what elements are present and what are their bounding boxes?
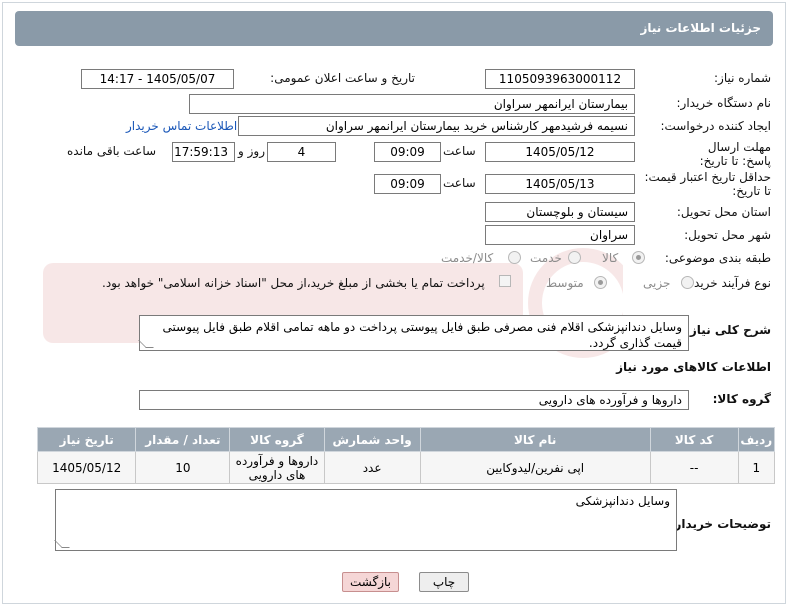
reply-time-label: ساعت [443, 144, 476, 158]
cell-item-code: -- [649, 451, 739, 484]
category-label: طبقه بندی موضوعی: [664, 251, 771, 265]
buyer-contact-link[interactable]: اطلاعات تماس خریدار [126, 119, 237, 133]
process-option-medium: متوسط [546, 276, 584, 290]
print-button[interactable]: چاپ [419, 572, 469, 592]
cell-row-number: 1 [737, 451, 776, 484]
treasury-payment-note: پرداخت تمام یا بخشی از مبلغ خرید،از محل … [102, 276, 485, 290]
process-radio-minor[interactable] [681, 276, 694, 289]
cell-item-name: اپی نفرین/لیدوکایین [419, 451, 651, 484]
days-remaining-field: 4 [267, 142, 336, 162]
remaining-time-label: ساعت باقی مانده [67, 144, 157, 158]
province-label: استان محل تحویل: [676, 205, 771, 219]
cell-quantity: 10 [135, 451, 231, 484]
price-time-label: ساعت [443, 176, 476, 190]
description-label: شرح کلی نیاز: [685, 323, 771, 337]
goods-group-label: گروه کالا: [712, 392, 771, 406]
back-button[interactable]: بازگشت [342, 572, 399, 592]
reply-date-field: 1405/05/12 [485, 142, 635, 162]
announce-label: تاریخ و ساعت اعلان عمومی: [270, 71, 415, 85]
need-number-label: شماره نیاز: [714, 71, 771, 85]
cell-need-date: 1405/05/12 [36, 451, 137, 484]
page-frame: جزئیات اطلاعات نیاز شماره نیاز: 11050939… [2, 2, 786, 604]
buyer-org-field: بیمارستان ایرانمهر سراوان [189, 94, 635, 114]
buyer-org-label: نام دستگاه خریدار: [676, 96, 772, 110]
buyer-notes-textarea: وسایل دندانپزشکی [54, 489, 677, 551]
reply-time-field: 09:09 [374, 142, 441, 162]
category-option-service: خدمت [530, 251, 562, 265]
city-field: سراوان [485, 225, 635, 245]
buyer-notes-text: وسایل دندانپزشکی [575, 494, 670, 508]
page-header: جزئیات اطلاعات نیاز [15, 11, 773, 46]
price-time-field: 09:09 [374, 174, 441, 194]
resize-grip-icon[interactable] [138, 340, 154, 348]
requester-label: ایجاد کننده درخواست: [660, 119, 771, 133]
process-radio-medium[interactable] [594, 276, 607, 289]
buyer-notes-label: توضیحات خریدار: [669, 517, 771, 531]
province-field: سیستان و بلوچستان [485, 202, 635, 222]
col-quantity: تعداد / مقدار [135, 427, 231, 452]
description-textarea: وسایل دندانپزشکی اقلام فنی مصرفی طبق فای… [138, 315, 689, 351]
remaining-time-field: 17:59:13 [172, 142, 235, 162]
category-option-goods-service: کالا/خدمت [441, 251, 494, 265]
city-label: شهر محل تحویل: [684, 228, 771, 242]
col-item-code: کد کالا [649, 427, 739, 452]
col-item-group: گروه کالا [229, 427, 325, 452]
days-label: روز و [238, 144, 265, 158]
table-row: 1 -- اپی نفرین/لیدوکایین عدد داروها و فر… [36, 451, 776, 484]
category-option-goods: کالا [602, 251, 619, 265]
col-item-name: نام کالا [419, 427, 651, 452]
category-radio-goods[interactable] [632, 251, 645, 264]
category-radio-goods-service[interactable] [508, 251, 521, 264]
items-table: ردیف کد کالا نام کالا واحد شمارش گروه کا… [36, 427, 776, 484]
goods-group-field: داروها و فرآورده های دارویی [139, 390, 689, 410]
table-header-row: ردیف کد کالا نام کالا واحد شمارش گروه کا… [36, 427, 776, 452]
category-radio-service[interactable] [568, 251, 581, 264]
need-number-field: 1105093963000112 [485, 69, 635, 89]
cell-item-group: داروها و فرآورده های دارویی [229, 451, 325, 484]
description-text: وسایل دندانپزشکی اقلام فنی مصرفی طبق فای… [162, 320, 682, 350]
process-option-minor: جزیی [643, 276, 671, 290]
resize-grip-icon[interactable] [54, 540, 70, 548]
reply-deadline-label: مهلت ارسال پاسخ: تا تاریخ: [699, 140, 771, 168]
col-row-number: ردیف [737, 427, 776, 452]
price-validity-label: حداقل تاریخ اعتبار قیمت: تا تاریخ: [644, 170, 771, 198]
requester-field: نسیمه فرشیدمهر کارشناس خرید بیمارستان ای… [238, 116, 635, 136]
col-unit: واحد شمارش [323, 427, 421, 452]
goods-info-heading: اطلاعات کالاهای مورد نیاز [616, 360, 771, 374]
price-date-field: 1405/05/13 [485, 174, 635, 194]
announce-date-field: 1405/05/07 - 14:17 [81, 69, 234, 89]
process-label: نوع فرآیند خرید : [686, 276, 771, 290]
col-need-date: تاریخ نیاز [36, 427, 137, 452]
treasury-payment-checkbox[interactable] [499, 275, 511, 287]
cell-unit: عدد [323, 451, 421, 484]
